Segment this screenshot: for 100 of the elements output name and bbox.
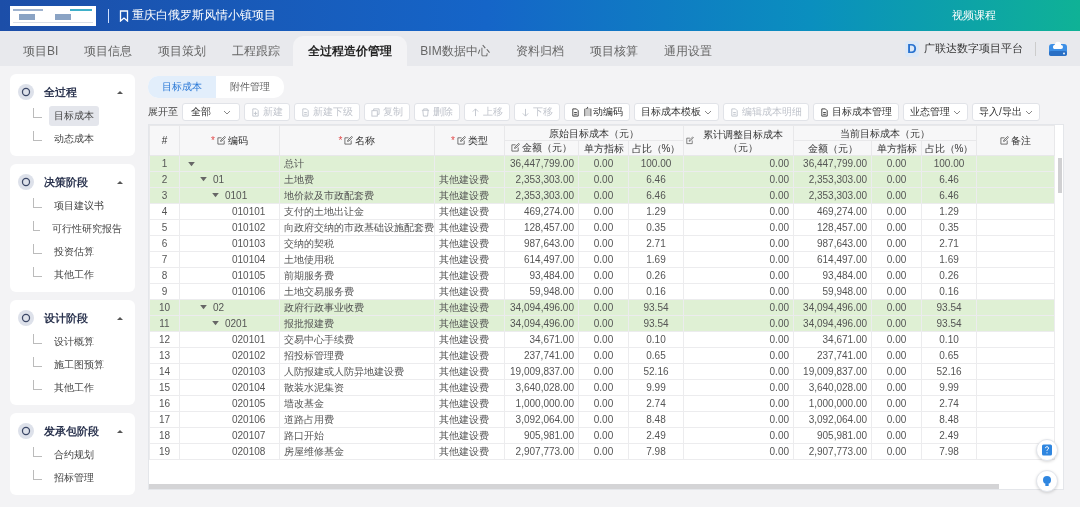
- menu-item[interactable]: 目标成本: [49, 105, 99, 126]
- table-cell: 0.00: [578, 363, 629, 380]
- caret-icon[interactable]: [117, 316, 123, 320]
- table-cell: 128,457.00: [504, 219, 579, 236]
- toolbar-button[interactable]: 目标成本管理: [813, 103, 899, 121]
- table-row[interactable]: 7 010104 土地使用税 其他建设费 614,497.00 0.00 1.69 0.00 614,497.00 0.00 1.69: [149, 251, 1055, 268]
- menu-item[interactable]: 项目建议书: [49, 195, 109, 216]
- table-cell: 0.26: [921, 267, 977, 284]
- group-title[interactable]: 发承包阶段: [44, 423, 117, 439]
- table-cell: 0.00: [683, 267, 794, 284]
- sub-tab[interactable]: 附件管理: [216, 76, 284, 98]
- nav-tab[interactable]: BIM数据中心: [407, 36, 503, 66]
- dropdown-button[interactable]: 目标成本模板: [634, 103, 719, 121]
- table-cell: 8.48: [628, 411, 684, 428]
- table-cell: 0.26: [628, 267, 684, 284]
- bookmark-icon: [119, 9, 129, 22]
- table-row[interactable]: 16 020105 墙改基金 其他建设费 1,000,000.00 0.00 2.74 0.00 1,000,000.00 0.00 2.74: [149, 395, 1055, 412]
- nav-tab[interactable]: 全过程造价管理: [293, 36, 408, 66]
- dropdown-button[interactable]: 导入/导出: [972, 103, 1040, 121]
- table-cell: 散装水泥集资: [279, 379, 435, 396]
- table-row[interactable]: 3 0101 地价款及市政配套费 其他建设费 2,353,303.00 0.00 6.46 0.00 2,353,303.00 0.00 6.46: [149, 187, 1055, 204]
- group-title[interactable]: 设计阶段: [44, 310, 117, 326]
- table-row[interactable]: 4 010101 支付的土地出让金 其他建设费 469,274.00 0.00 1.29 0.00 469,274.00 0.00 1.29: [149, 203, 1055, 220]
- table-row[interactable]: 15 020104 散装水泥集资 其他建设费 3,640,028.00 0.00 9.99 0.00 3,640,028.00 0.00 9.99: [149, 379, 1055, 396]
- caret-icon[interactable]: [200, 305, 207, 311]
- nav-tab[interactable]: 资料归档: [502, 36, 577, 66]
- table-row[interactable]: 10 02 政府行政事业收费 其他建设费 34,094,496.00 0.00 93.54 0.00 34,094,496.00 0.00 93.54: [149, 299, 1055, 316]
- table-cell: 0.00: [578, 267, 629, 284]
- table-row[interactable]: 8 010105 前期服务费 其他建设费 93,484.00 0.00 0.26 0.00 93,484.00 0.00 0.26: [149, 267, 1055, 284]
- menu-item[interactable]: 设计概算: [49, 331, 99, 352]
- table-row[interactable]: 1 总计 36,447,799.00 0.00 100.00 0.00 36,447,799.00 0.00 100.00: [149, 155, 1055, 172]
- menu-item[interactable]: 施工图预算: [49, 354, 109, 375]
- group-title[interactable]: 决策阶段: [44, 174, 117, 190]
- caret-icon[interactable]: [212, 321, 219, 327]
- nav-tab[interactable]: 项目信息: [71, 36, 146, 66]
- table-cell: 0.65: [628, 347, 684, 364]
- column-header: 编码: [227, 134, 248, 147]
- table-cell: 0.00: [683, 347, 794, 364]
- table-cell: 土地使用税: [279, 251, 435, 268]
- nav-tab[interactable]: 项目核算: [576, 36, 651, 66]
- table-row[interactable]: 2 01 土地费 其他建设费 2,353,303.00 0.00 6.46 0.00 2,353,303.00 0.00 6.46: [149, 171, 1055, 188]
- menu-item[interactable]: 其他工作: [49, 377, 99, 398]
- arrow-up-icon: [471, 107, 480, 117]
- caret-icon[interactable]: [117, 90, 123, 94]
- nav-tab[interactable]: 项目策划: [145, 36, 220, 66]
- table-cell: 向政府交纳的市政基础设施配套费: [279, 219, 435, 236]
- menu-item[interactable]: 招标管理: [49, 467, 99, 488]
- cloud-drive-icon[interactable]: [1048, 39, 1068, 58]
- table-cell: 其他建设费: [434, 427, 505, 444]
- table-cell: 0.00: [683, 331, 794, 348]
- nav-tab[interactable]: 项目BI: [10, 36, 72, 66]
- scrollbar[interactable]: [149, 484, 999, 489]
- table-cell: 路口开始: [279, 427, 435, 444]
- table-cell: 0.00: [871, 251, 922, 268]
- table-row[interactable]: 6 010103 交纳的契税 其他建设费 987,643.00 0.00 2.71 0.00 987,643.00 0.00 2.71: [149, 235, 1055, 252]
- caret-icon[interactable]: [200, 177, 207, 183]
- table-cell: 0.00: [578, 331, 629, 348]
- table-row[interactable]: 17 020106 道路占用费 其他建设费 3,092,064.00 0.00 8.48 0.00 3,092,064.00 0.00 8.48: [149, 411, 1055, 428]
- caret-icon[interactable]: [212, 193, 219, 199]
- table-row[interactable]: 5 010102 向政府交纳的市政基础设施配套费 其他建设费 128,457.00 0.00 0.35 0.00 128,457.00 0.00 0.35: [149, 219, 1055, 236]
- nav-tab[interactable]: 工程跟踪: [219, 36, 294, 66]
- table-cell: 010105: [232, 268, 266, 283]
- menu-item[interactable]: 动态成本: [49, 128, 99, 149]
- table-row[interactable]: 18 020107 路口开始 其他建设费 905,981.00 0.00 2.49 0.00 905,981.00 0.00 2.49: [149, 427, 1055, 444]
- table-cell: 1,000,000.00: [793, 395, 872, 412]
- caret-icon[interactable]: [188, 161, 195, 167]
- nav-tab[interactable]: 通用设置: [650, 36, 725, 66]
- table-cell: 010103: [232, 236, 266, 251]
- table-cell: 0101: [225, 188, 248, 203]
- column-header: 名称: [355, 134, 376, 147]
- level-select[interactable]: 全部: [182, 103, 240, 121]
- document-icon: [301, 107, 310, 117]
- table-row[interactable]: 9 010106 土地交易服务费 其他建设费 59,948.00 0.00 0.16 0.00 59,948.00 0.00 0.16: [149, 283, 1055, 300]
- group-title[interactable]: 全过程: [44, 84, 117, 100]
- menu-item[interactable]: 其他工作: [49, 264, 99, 285]
- table-cell: 52.16: [921, 363, 977, 380]
- table-cell: 0.00: [871, 347, 922, 364]
- dropdown-button[interactable]: 业态管理: [903, 103, 968, 121]
- table-cell: 2.49: [628, 427, 684, 444]
- table-cell: 0.00: [683, 283, 794, 300]
- menu-item[interactable]: 投资估算: [49, 241, 99, 262]
- table-cell: 020103: [232, 364, 266, 379]
- table-cell: 3,640,028.00: [793, 379, 872, 396]
- column-header: 累计调整目标成本（元）: [702, 127, 785, 154]
- menu-item[interactable]: 可行性研究报告: [47, 218, 127, 239]
- table-cell: 0.16: [921, 283, 977, 300]
- sub-tab[interactable]: 目标成本: [148, 76, 216, 98]
- menu-item[interactable]: 合约规划: [49, 444, 99, 465]
- document-icon: [820, 107, 829, 117]
- table-cell: 3,092,064.00: [793, 411, 872, 428]
- table-row[interactable]: 11 0201 报批报建费 其他建设费 34,094,496.00 0.00 93.54 0.00 34,094,496.00 0.00 93.54: [149, 315, 1055, 332]
- table-row[interactable]: 12 020101 交易中心手续费 其他建设费 34,671.00 0.00 0.10 0.00 34,671.00 0.00 0.10: [149, 331, 1055, 348]
- toolbar-button[interactable]: 自动编码: [564, 103, 630, 121]
- table-row[interactable]: 14 020103 人防报建或人防异地建设费 其他建设费 19,009,837.00 0.00 52.16 0.00 19,009,837.00 0.00 52.16: [149, 363, 1055, 380]
- caret-icon[interactable]: [117, 180, 123, 184]
- table-cell: 0.00: [683, 251, 794, 268]
- table-row[interactable]: 13 020102 招投标管理费 其他建设费 237,741.00 0.00 0.65 0.00 237,741.00 0.00 0.65: [149, 347, 1055, 364]
- table-cell: 其他建设费: [434, 331, 505, 348]
- table-cell: 0.00: [578, 427, 629, 444]
- caret-icon[interactable]: [117, 429, 123, 433]
